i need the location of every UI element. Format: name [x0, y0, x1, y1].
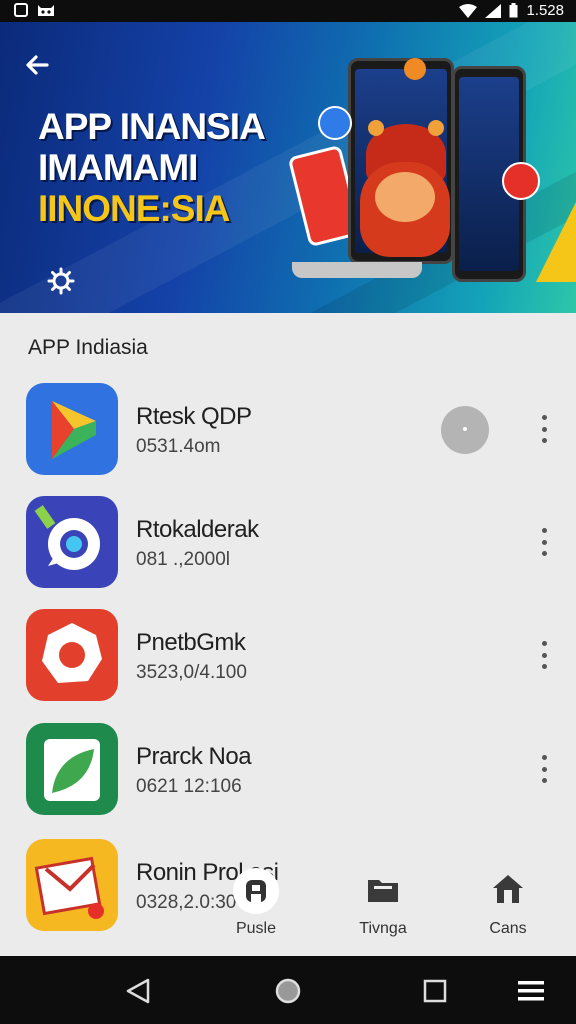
app-name: PnetbGmk [136, 629, 246, 656]
nav-item-tivnga[interactable]: Tivnga [338, 872, 428, 942]
back-triangle-icon[interactable] [124, 976, 154, 1006]
battery-icon [509, 3, 518, 18]
app-detail: 3523,0/4.100 [136, 662, 247, 683]
yellow-corner-shape [536, 202, 576, 282]
lock-badge-icon [233, 868, 279, 914]
list-item[interactable]: Prarck Noa 0621 12:106 [0, 710, 576, 822]
status-time: 1.528 [526, 2, 564, 19]
nav-label: Pusle [235, 920, 277, 937]
app-detail: 0531.4om [136, 436, 221, 457]
app-name: Rtesk QDP [136, 403, 252, 430]
app-detail: 0621 12:106 [136, 776, 242, 797]
more-options-icon[interactable] [534, 641, 554, 669]
nav-label: Cans [489, 920, 527, 937]
app-detail: 081 .,2000l [136, 549, 231, 570]
mail-sale-icon [26, 839, 118, 931]
mascot-ear [368, 120, 384, 136]
hero-title-line-1: APP INANSIA [38, 106, 266, 147]
more-options-icon[interactable] [534, 528, 554, 556]
leaf-icon [26, 723, 118, 815]
menu-icon[interactable] [516, 976, 546, 1006]
settings-button[interactable] [46, 266, 76, 296]
list-item[interactable]: Rtesk QDP 0531.4om [0, 370, 576, 482]
cat-icon [38, 5, 54, 16]
home-icon [491, 872, 525, 906]
gear-badge-icon [26, 609, 118, 701]
hero-title-line-3: IINONE:SIA [38, 188, 230, 229]
badge-icon [404, 58, 426, 80]
chat-badge-icon [502, 162, 540, 200]
back-arrow-icon [26, 55, 49, 75]
status-bar: 1.528 [0, 0, 576, 22]
nav-item-cans[interactable]: Cans [463, 872, 553, 942]
quick-action-button[interactable] [441, 406, 489, 454]
laptop-illustration [292, 262, 422, 278]
more-options-icon[interactable] [534, 415, 554, 443]
section-title: APP Indiasia [28, 336, 148, 359]
list-item[interactable]: Rtokalderak 081 .,2000l [0, 483, 576, 595]
home-circle-icon[interactable] [273, 976, 303, 1006]
signal-icon [485, 3, 502, 18]
hero-banner: APP INANSIA IMAMAMI IINONE:SIA [0, 22, 576, 313]
app-name: Prarck Noa [136, 743, 252, 770]
star-badge-icon [318, 106, 352, 140]
hero-title-line-2: IMAMAMI [38, 147, 198, 188]
nav-label: Tivnga [359, 920, 407, 937]
list-item[interactable]: PnetbGmk 3523,0/4.100 [0, 596, 576, 708]
notification-icon [14, 3, 28, 17]
mascot-face [375, 172, 435, 222]
app-name: Rtokalderak [136, 516, 259, 543]
folder-icon [366, 872, 400, 906]
hero-title: APP INANSIA IMAMAMI IINONE:SIA [38, 106, 266, 229]
back-button[interactable] [20, 48, 54, 82]
system-nav-bar [0, 956, 576, 1024]
gear-icon [47, 267, 75, 295]
recents-square-icon[interactable] [420, 976, 450, 1006]
wifi-icon [459, 3, 478, 18]
chat-ring-icon [26, 496, 118, 588]
play-store-icon [26, 383, 118, 475]
nav-item-pusle[interactable]: Pusle [211, 868, 301, 942]
more-options-icon[interactable] [534, 755, 554, 783]
mascot-ear [428, 120, 444, 136]
